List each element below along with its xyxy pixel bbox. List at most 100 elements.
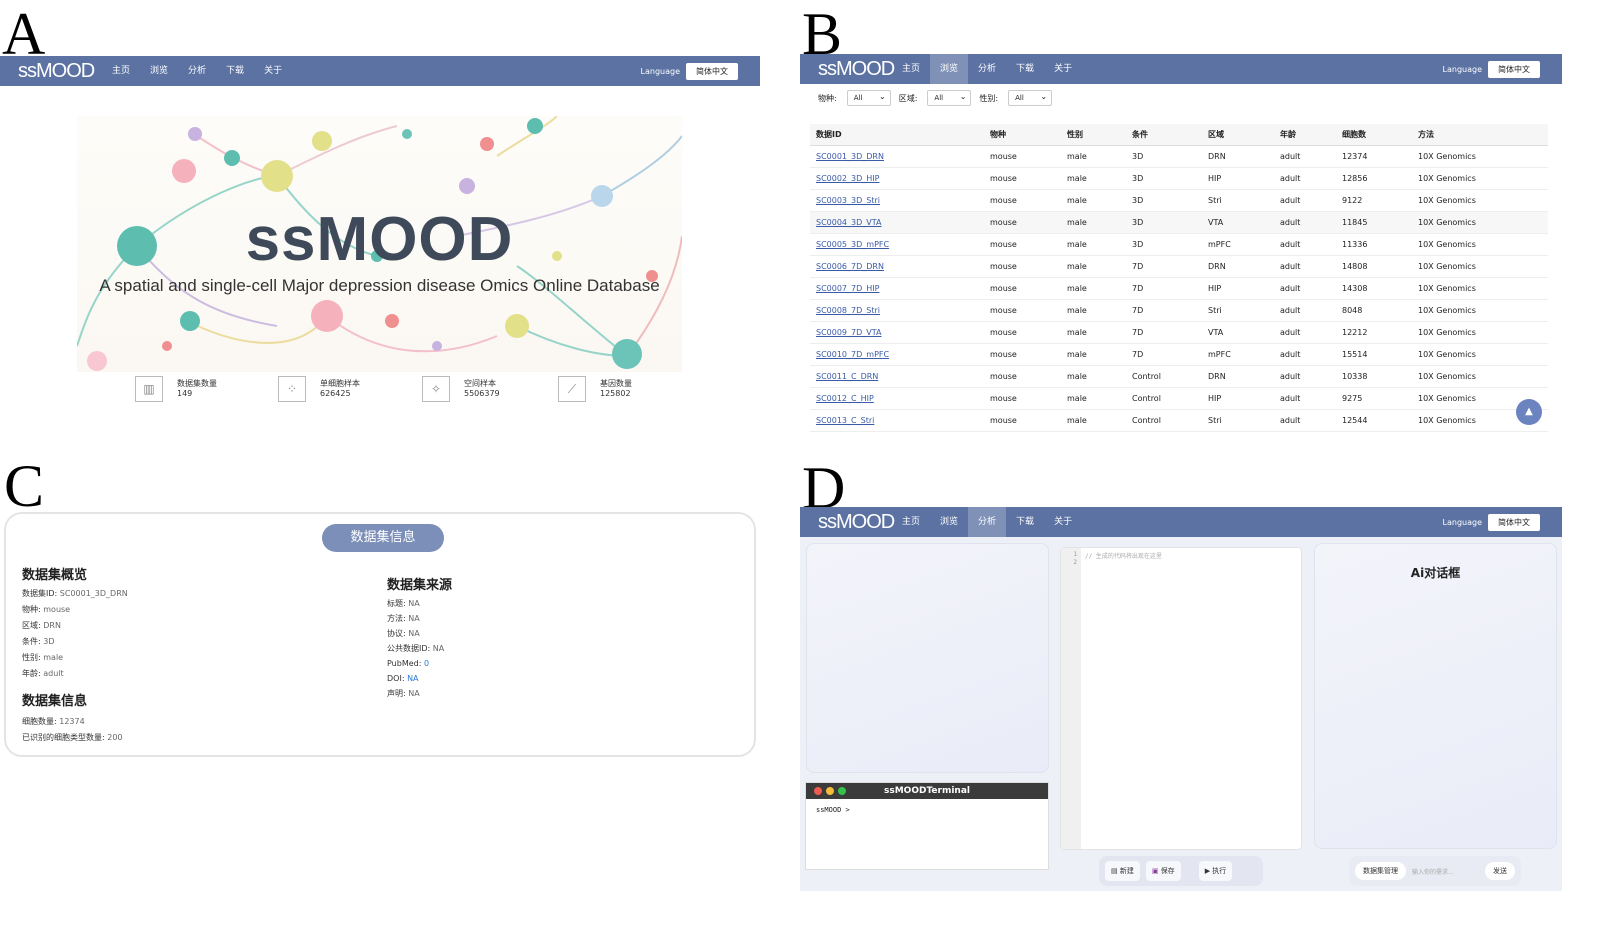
language-select[interactable]: 简体中文 bbox=[1488, 60, 1540, 78]
filter-sex-select[interactable]: All bbox=[1008, 90, 1053, 106]
site-logo[interactable]: ssMOOD bbox=[800, 58, 895, 81]
kv-row: 公共数据ID: NA bbox=[387, 641, 444, 656]
table-row[interactable]: SC0003_3D_Stri mouse male 3D Stri adult 9122 10… bbox=[810, 190, 1548, 212]
dataset-id-link[interactable]: SC0005_3D_mPFC bbox=[810, 240, 984, 249]
run-button[interactable]: ▶ 执行 bbox=[1198, 861, 1233, 881]
chat-input[interactable]: 输入你的需求... bbox=[1412, 867, 1479, 876]
table-cell: 14308 bbox=[1342, 284, 1368, 293]
nav-item-analysis[interactable]: 分析 bbox=[968, 54, 1006, 84]
table-row[interactable]: SC0002_3D_HIP mouse male 3D HIP adult 12856 10X… bbox=[810, 168, 1548, 190]
kv-value: NA bbox=[408, 689, 420, 698]
dataset-id-link[interactable]: SC0013_C_Stri bbox=[810, 416, 984, 425]
nav-item-browse[interactable]: 浏览 bbox=[930, 507, 968, 537]
new-button[interactable]: ▤ 新建 bbox=[1105, 861, 1140, 881]
table-cell: 7D bbox=[1132, 262, 1144, 271]
nav-item-download[interactable]: 下载 bbox=[216, 56, 254, 86]
table-row[interactable]: SC0010_7D_mPFC mouse male 7D mPFC adult 15514 1… bbox=[810, 344, 1548, 366]
nav-item-home[interactable]: 主页 bbox=[102, 56, 140, 86]
table-row[interactable]: SC0001_3D_DRN mouse male 3D DRN adult 12374 10X… bbox=[810, 146, 1548, 168]
dataset-id-link[interactable]: SC0012_C_HIP bbox=[810, 394, 984, 403]
column-header[interactable]: 年龄 bbox=[1274, 129, 1336, 140]
editor-comment: // 生成的代码将出现在这里 bbox=[1085, 553, 1162, 560]
table-row[interactable]: SC0004_3D_VTA mouse male 3D VTA adult 11845 10X… bbox=[810, 212, 1548, 234]
code-editor[interactable]: 1 2 // 生成的代码将出现在这里 bbox=[1060, 547, 1302, 850]
dataset-id-link[interactable]: SC0009_7D_VTA bbox=[810, 328, 984, 337]
table-cell: mouse bbox=[990, 218, 1017, 227]
dataset-id-link[interactable]: SC0011_C_DRN bbox=[810, 372, 984, 381]
column-header[interactable]: 物种 bbox=[984, 129, 1061, 140]
filter-species-select[interactable]: All bbox=[846, 90, 891, 106]
filter-region-select[interactable]: All bbox=[927, 90, 972, 106]
table-cell: 14808 bbox=[1342, 262, 1368, 271]
kv-value: 3D bbox=[43, 637, 55, 646]
dataset-table: 数据ID 物种 性别 条件 区域 年龄 细胞数 方法 SC0001_3D_DRN… bbox=[810, 124, 1548, 432]
new-label: 新建 bbox=[1119, 867, 1134, 875]
nav-item-analysis[interactable]: 分析 bbox=[968, 507, 1007, 537]
kv-key: 标题: bbox=[387, 599, 409, 608]
table-cell: Stri bbox=[1208, 416, 1222, 425]
kv-key: 区域: bbox=[22, 621, 44, 630]
column-header[interactable]: 细胞数 bbox=[1336, 129, 1412, 140]
minimize-dot-icon[interactable] bbox=[826, 787, 834, 795]
doi-link[interactable]: NA bbox=[407, 674, 418, 683]
kv-key: PubMed: bbox=[387, 659, 424, 668]
nav-item-home[interactable]: 主页 bbox=[892, 54, 930, 84]
column-header[interactable]: 数据ID bbox=[810, 129, 984, 140]
nav-item-about[interactable]: 关于 bbox=[254, 56, 292, 86]
nav-item-home[interactable]: 主页 bbox=[892, 507, 930, 537]
kv-row: DOI: NA bbox=[387, 671, 444, 686]
site-logo[interactable]: ssMOOD bbox=[800, 511, 895, 534]
table-cell: 9122 bbox=[1342, 196, 1363, 205]
site-logo[interactable]: ssMOOD bbox=[0, 60, 95, 83]
dataset-id-link[interactable]: SC0002_3D_HIP bbox=[810, 174, 984, 183]
table-row[interactable]: SC0007_7D_HIP mouse male 7D HIP adult 14308 10X… bbox=[810, 278, 1548, 300]
dataset-id-link[interactable]: SC0004_3D_VTA bbox=[810, 218, 984, 227]
column-header[interactable]: 区域 bbox=[1202, 129, 1274, 140]
dataset-id-link[interactable]: SC0006_7D_DRN bbox=[810, 262, 984, 271]
terminal-prompt[interactable]: ssMOOD > bbox=[806, 799, 1048, 821]
maximize-dot-icon[interactable] bbox=[838, 787, 846, 795]
table-row[interactable]: SC0006_7D_DRN mouse male 7D DRN adult 14808 10X… bbox=[810, 256, 1548, 278]
kv-key: 条件: bbox=[22, 637, 44, 646]
nav-item-browse[interactable]: 浏览 bbox=[930, 54, 969, 84]
table-row[interactable]: SC0005_3D_mPFC mouse male 3D mPFC adult 11336 1… bbox=[810, 234, 1548, 256]
table-row[interactable]: SC0009_7D_VTA mouse male 7D VTA adult 12212 10X… bbox=[810, 322, 1548, 344]
nav-item-about[interactable]: 关于 bbox=[1044, 54, 1082, 84]
send-button[interactable]: 发送 bbox=[1485, 862, 1515, 880]
dataset-id-link[interactable]: SC0010_7D_mPFC bbox=[810, 350, 984, 359]
column-header[interactable]: 方法 bbox=[1412, 129, 1522, 140]
new-file-icon: ▤ bbox=[1111, 867, 1120, 875]
table-cell: 10X Genomics bbox=[1418, 328, 1476, 337]
pubmed-link[interactable]: 0 bbox=[424, 659, 429, 668]
column-header[interactable]: 性别 bbox=[1061, 129, 1126, 140]
save-button[interactable]: ▣ 保存 bbox=[1145, 861, 1181, 881]
kv-key: 数据集ID: bbox=[22, 589, 60, 598]
table-row[interactable]: SC0011_C_DRN mouse male Control DRN adult 1033… bbox=[810, 366, 1548, 388]
close-dot-icon[interactable] bbox=[814, 787, 822, 795]
kv-row: 方法: NA bbox=[387, 611, 444, 626]
nav-item-about[interactable]: 关于 bbox=[1044, 507, 1082, 537]
nav-item-analysis[interactable]: 分析 bbox=[178, 56, 216, 86]
nav-item-download[interactable]: 下载 bbox=[1006, 507, 1044, 537]
column-header[interactable]: 条件 bbox=[1126, 129, 1202, 140]
kv-row: 标题: NA bbox=[387, 596, 444, 611]
dataset-manage-button[interactable]: 数据集管理 bbox=[1355, 862, 1406, 880]
dataset-id-link[interactable]: SC0001_3D_DRN bbox=[810, 152, 984, 161]
table-cell: Control bbox=[1132, 372, 1161, 381]
table-row[interactable]: SC0013_C_Stri mouse male Control Stri adult 12… bbox=[810, 410, 1548, 432]
dataset-id-link[interactable]: SC0003_3D_Stri bbox=[810, 196, 984, 205]
nav-item-browse[interactable]: 浏览 bbox=[140, 56, 178, 86]
nav-item-download[interactable]: 下载 bbox=[1006, 54, 1044, 84]
table-cell: VTA bbox=[1208, 328, 1224, 337]
language-select[interactable]: 简体中文 bbox=[686, 62, 738, 80]
back-to-top-button[interactable]: ▲ bbox=[1516, 399, 1542, 425]
dataset-id-link[interactable]: SC0007_7D_HIP bbox=[810, 284, 984, 293]
table-cell: Control bbox=[1132, 394, 1161, 403]
table-cell: adult bbox=[1280, 394, 1301, 403]
table-row[interactable]: SC0008_7D_Stri mouse male 7D Stri adult 8048 10… bbox=[810, 300, 1548, 322]
language-select[interactable]: 简体中文 bbox=[1488, 513, 1540, 531]
dataset-id-link[interactable]: SC0008_7D_Stri bbox=[810, 306, 984, 315]
terminal-panel[interactable]: ssMOODTerminal ssMOOD > bbox=[805, 782, 1049, 870]
kv-row: PubMed: 0 bbox=[387, 656, 444, 671]
table-row[interactable]: SC0012_C_HIP mouse male Control HIP adult 9275… bbox=[810, 388, 1548, 410]
